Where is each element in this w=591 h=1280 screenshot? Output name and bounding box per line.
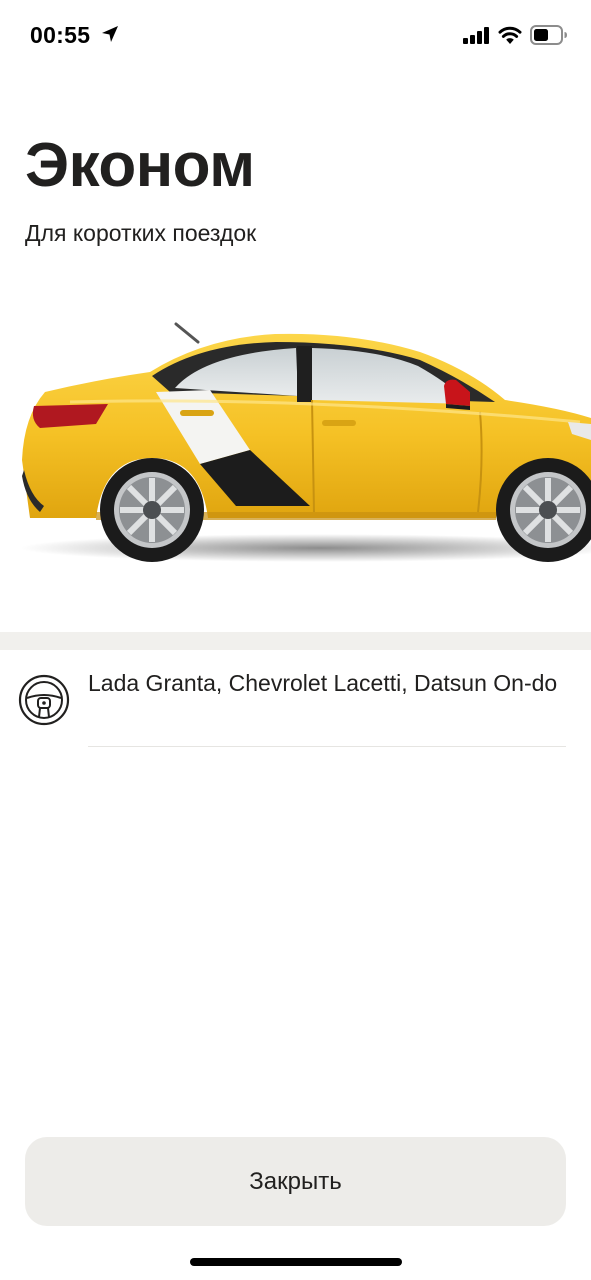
battery-icon <box>530 25 567 45</box>
close-button[interactable]: Закрыть <box>25 1137 566 1226</box>
status-bar: 00:55 <box>0 0 591 70</box>
location-arrow-icon <box>102 26 118 42</box>
tariff-title: Эконом <box>25 131 255 200</box>
wifi-icon <box>498 26 522 44</box>
status-time: 00:55 <box>30 22 91 48</box>
tariff-subtitle: Для коротких поездок <box>25 220 257 246</box>
steering-wheel-icon <box>18 674 70 726</box>
row-separator <box>88 746 566 747</box>
car-image <box>20 322 591 562</box>
car-models-text: Lada Granta, Chevrolet Lacetti, Datsun O… <box>88 670 558 696</box>
home-indicator[interactable] <box>190 1258 402 1266</box>
car-models-row: Lada Granta, Chevrolet Lacetti, Datsun O… <box>0 650 591 748</box>
cellular-signal-icon <box>463 27 489 44</box>
section-divider <box>0 632 591 650</box>
